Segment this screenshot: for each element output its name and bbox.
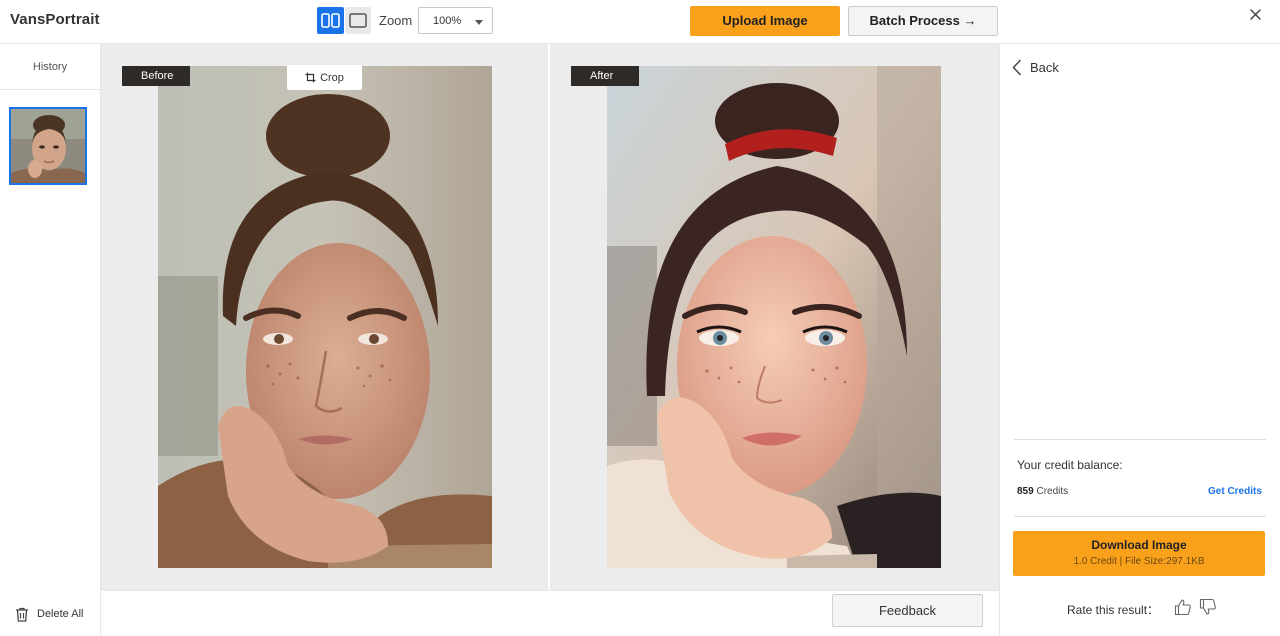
delete-all-label: Delete All xyxy=(37,608,84,620)
rate-label: Rate this result： xyxy=(1067,603,1160,617)
crop-button[interactable]: Crop xyxy=(287,65,362,90)
rate-result: Rate this result： xyxy=(1067,598,1217,621)
credit-unit: Credits xyxy=(1036,486,1069,497)
crop-icon xyxy=(305,72,316,83)
zoom-value: 100% xyxy=(433,15,462,27)
app-logo: VansPortrait xyxy=(10,11,100,28)
download-cost-info: 1.0 Credit | File Size:297.1KB xyxy=(1073,556,1205,567)
back-label: Back xyxy=(1030,60,1059,75)
back-button[interactable]: Back xyxy=(1012,59,1059,76)
thumbs-down-button[interactable] xyxy=(1199,598,1217,621)
delete-all-button[interactable]: Delete All xyxy=(14,604,83,624)
zoom-select[interactable]: 100% xyxy=(418,7,493,34)
stylized-portrait xyxy=(607,66,941,568)
download-label: Download Image xyxy=(1091,538,1187,552)
before-image xyxy=(158,66,492,568)
credit-balance-title: Your credit balance: xyxy=(1017,458,1123,472)
crop-label: Crop xyxy=(320,71,344,84)
panel-divider xyxy=(1014,516,1266,517)
thumbs-up-button[interactable] xyxy=(1174,598,1192,621)
close-button[interactable] xyxy=(1247,6,1264,23)
history-thumbnail[interactable] xyxy=(9,107,87,185)
history-sidebar: History Delete All xyxy=(0,44,101,636)
after-tag: After xyxy=(571,66,639,86)
single-view-button[interactable] xyxy=(345,7,371,34)
history-divider xyxy=(0,89,100,90)
batch-process-button[interactable]: Batch Process → xyxy=(848,6,998,36)
thumbs-down-icon xyxy=(1199,598,1216,615)
after-image xyxy=(607,66,941,568)
credit-count: 859 xyxy=(1017,486,1034,497)
feedback-button[interactable]: Feedback xyxy=(832,594,983,627)
credit-balance: 859 Credits xyxy=(1017,486,1068,497)
before-tag: Before xyxy=(122,66,190,86)
history-label: History xyxy=(32,61,68,73)
split-view-button[interactable] xyxy=(317,7,344,34)
split-view-icon xyxy=(321,13,340,28)
close-icon xyxy=(1250,9,1261,20)
chevron-down-icon xyxy=(475,20,483,25)
upload-image-button[interactable]: Upload Image xyxy=(690,6,840,36)
portrait-thumbnail-image xyxy=(11,109,85,183)
thumbs-up-icon xyxy=(1174,599,1191,616)
pane-divider xyxy=(548,44,550,590)
original-portrait xyxy=(158,66,492,568)
single-view-icon xyxy=(349,13,367,28)
panel-divider xyxy=(1014,439,1266,440)
trash-icon xyxy=(16,607,28,622)
download-image-button[interactable]: Download Image 1.0 Credit | File Size:29… xyxy=(1013,531,1265,576)
top-bar: VansPortrait Zoom 100% Upload Image Batc… xyxy=(0,0,1280,44)
get-credits-link[interactable]: Get Credits xyxy=(1208,486,1262,497)
zoom-label: Zoom xyxy=(379,13,413,28)
chevron-left-icon xyxy=(1012,59,1022,76)
